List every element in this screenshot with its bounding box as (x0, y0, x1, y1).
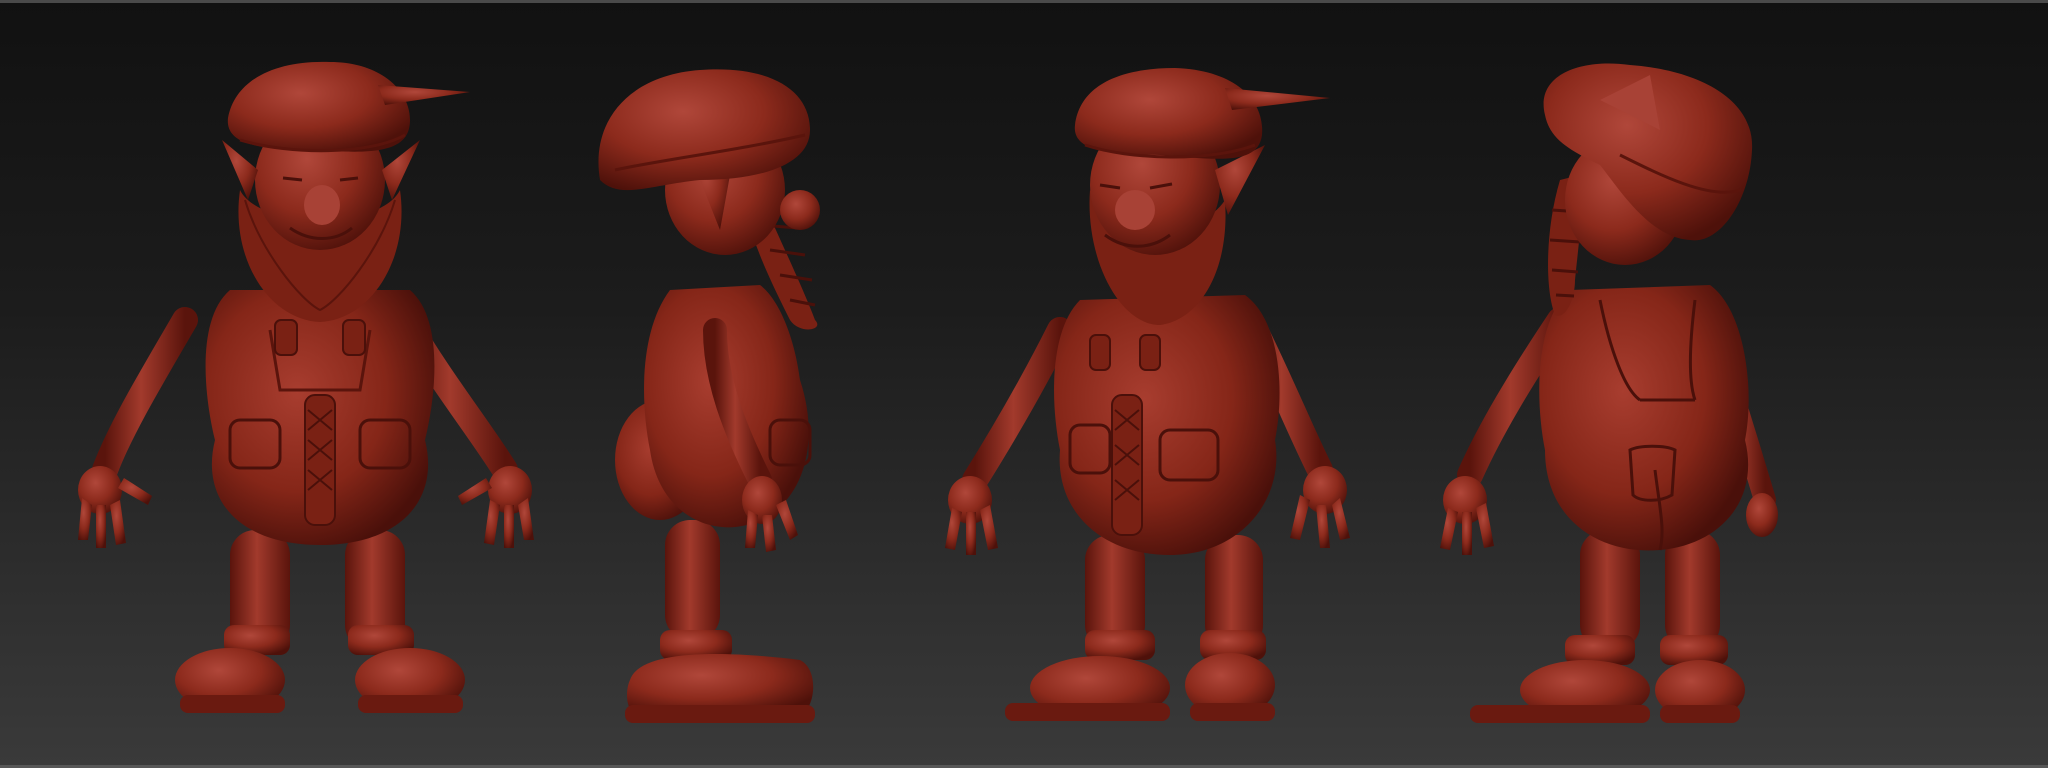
gnome-front-view (78, 61, 534, 713)
gnome-side-view (598, 69, 820, 723)
gnome-back-view (1440, 63, 1778, 723)
gnome-three-quarter-view (945, 68, 1350, 721)
render-viewport (0, 0, 2048, 768)
